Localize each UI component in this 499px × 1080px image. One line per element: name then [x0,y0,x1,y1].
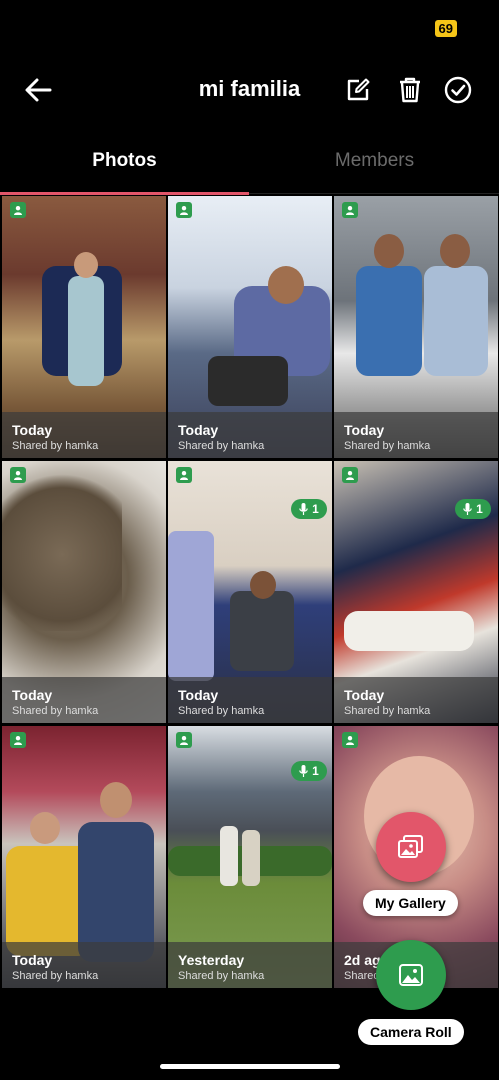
owner-badge [10,202,26,218]
photo-tile[interactable]: Today Shared by hamka [2,726,166,988]
photo-caption: Today Shared by hamka [334,412,498,458]
trash-icon [400,77,420,103]
photo-tile[interactable]: Today Shared by hamka [2,196,166,458]
photo-date: Today [12,952,53,968]
owner-badge [342,467,358,483]
photo-caption: Today Shared by hamka [334,677,498,723]
photo-caption: Today Shared by hamka [2,942,166,988]
photo-shared-by: Shared by hamka [12,440,99,452]
photo-shared-by: Shared by hamka [344,705,431,717]
edit-button[interactable] [342,74,374,106]
status-badge: 69 [434,20,457,37]
gallery-icon [398,835,423,858]
photo-shared-by: Shared by hamka [12,970,99,982]
person-icon [180,471,188,480]
photo-shared-by: Shared by hamka [178,440,265,452]
photo-date: Yesterday [178,952,245,968]
photo-date: Today [178,422,219,438]
owner-badge [342,732,358,748]
my-gallery-fab[interactable] [376,812,446,882]
voice-note-count: 1 [312,502,319,516]
person-icon [180,736,188,745]
voice-note-count: 1 [312,764,319,778]
microphone-icon [299,503,308,515]
photo-caption: Yesterday Shared by hamka [168,942,332,988]
photo-date: Today [178,687,219,703]
edit-icon [347,78,370,101]
photo-caption: Today Shared by hamka [168,677,332,723]
photo-date: Today [344,687,385,703]
owner-badge [176,732,192,748]
person-icon [14,736,22,745]
photo-tile[interactable]: Today Shared by hamka [2,461,166,723]
photo-tile[interactable]: Today Shared by hamka [168,196,332,458]
home-indicator [160,1064,340,1069]
person-icon [346,471,354,480]
voice-note-count: 1 [476,502,483,516]
select-button[interactable] [442,74,474,106]
camera-roll-label[interactable]: Camera Roll [358,1019,464,1045]
tab-active-indicator [0,192,249,195]
photo-tile[interactable]: Today Shared by hamka [334,196,498,458]
photo-shared-by: Shared by hamka [344,440,431,452]
photo-shared-by: Shared by hamka [178,970,265,982]
camera-roll-fab[interactable] [376,940,446,1010]
back-button[interactable] [22,74,56,106]
tab-photos[interactable]: Photos [0,138,249,195]
voice-note-badge[interactable]: 1 [455,499,491,519]
owner-badge [176,467,192,483]
person-icon [346,206,354,215]
photo-date: Today [344,422,385,438]
my-gallery-label[interactable]: My Gallery [363,890,458,916]
photo-caption: Today Shared by hamka [168,412,332,458]
delete-button[interactable] [394,74,426,106]
image-icon [399,964,423,986]
photo-date: Today [12,687,53,703]
header-bar: mi familia [0,60,499,120]
voice-note-badge[interactable]: 1 [291,761,327,781]
tab-members-label: Members [334,150,415,171]
photo-caption: Today Shared by hamka [2,677,166,723]
check-circle-icon [444,76,472,104]
person-icon [14,471,22,480]
owner-badge [176,202,192,218]
voice-note-badge[interactable]: 1 [291,499,327,519]
photo-shared-by: Shared by hamka [178,705,265,717]
owner-badge [10,467,26,483]
tab-members[interactable]: Members [250,138,499,194]
person-icon [14,206,22,215]
microphone-icon [299,765,308,777]
owner-badge [10,732,26,748]
arrow-left-icon [25,78,52,102]
person-icon [180,206,188,215]
microphone-icon [463,503,472,515]
photo-caption: Today Shared by hamka [2,412,166,458]
photo-shared-by: Shared by hamka [12,705,99,717]
tab-photos-label: Photos [92,150,157,171]
photo-date: Today [12,422,53,438]
owner-badge [342,202,358,218]
person-icon [346,736,354,745]
tab-bar: Photos Members [0,138,499,195]
